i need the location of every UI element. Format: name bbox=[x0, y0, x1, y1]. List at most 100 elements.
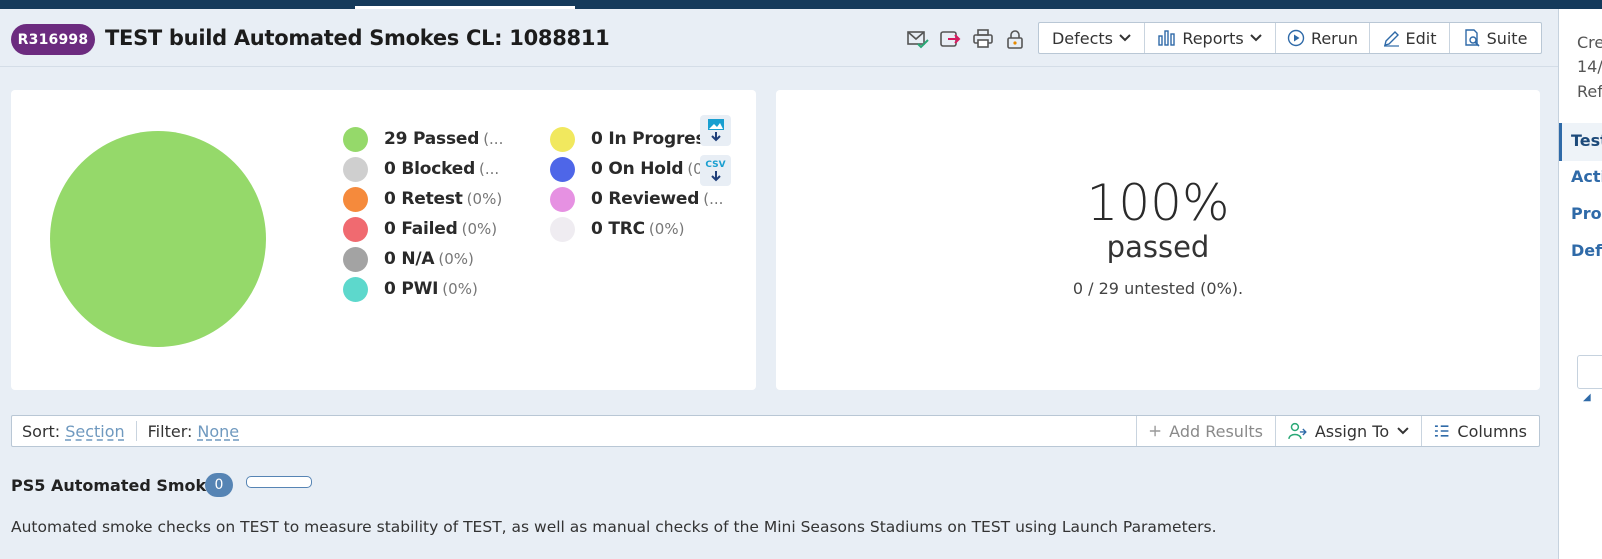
legend-percent: (... bbox=[483, 130, 504, 148]
sort-value-link[interactable]: Section bbox=[65, 422, 124, 441]
untested-summary: 0 / 29 untested (0%). bbox=[1072, 279, 1244, 298]
sidebar-nav-defects[interactable]: Defe bbox=[1571, 241, 1602, 260]
defects-label: Defects bbox=[1051, 28, 1114, 48]
suite-search-icon bbox=[1464, 29, 1480, 47]
print-icon[interactable] bbox=[971, 27, 995, 51]
columns-button[interactable]: Columns bbox=[1421, 416, 1539, 446]
columns-label: Columns bbox=[1457, 421, 1527, 441]
top-nav-strip bbox=[0, 0, 1602, 9]
edit-label: Edit bbox=[1405, 28, 1437, 48]
divider bbox=[135, 421, 137, 441]
legend-dot bbox=[343, 216, 368, 242]
status-pie-chart bbox=[50, 131, 266, 347]
chevron-down-icon bbox=[1397, 427, 1409, 435]
sidebar-collapse-arrow[interactable]: ◢ bbox=[1583, 392, 1591, 403]
edit-button[interactable]: Edit bbox=[1370, 23, 1450, 53]
forward-icon[interactable] bbox=[938, 27, 962, 51]
chevron-down-icon bbox=[1249, 34, 1262, 42]
legend-item-reviewed: 0 Reviewed (... bbox=[550, 185, 723, 213]
legend-item-blocked: 0 Blocked (... bbox=[343, 155, 499, 183]
pass-percentage: 100% bbox=[1086, 174, 1230, 232]
legend-item-failed: 0 Failed (0%) bbox=[343, 215, 497, 243]
status-chart-card: 29 Passed (... 0 Blocked (... 0 Retest (… bbox=[11, 90, 756, 390]
assign-user-icon bbox=[1288, 422, 1307, 440]
legend-label: 0 Reviewed bbox=[591, 189, 700, 209]
pass-rate-card: 100% passed 0 / 29 untested (0%). bbox=[776, 90, 1540, 390]
pie-slice-passed bbox=[50, 131, 266, 347]
legend-label: 0 TRC bbox=[591, 219, 645, 239]
legend-percent: (0%) bbox=[461, 220, 498, 238]
plus-icon bbox=[1149, 425, 1161, 437]
legend-label: 0 N/A bbox=[384, 249, 435, 269]
csv-label: CSV bbox=[705, 159, 726, 170]
columns-icon bbox=[1434, 425, 1449, 437]
legend-dot bbox=[343, 276, 368, 302]
assign-to-label: Assign To bbox=[1314, 421, 1390, 441]
legend-dot bbox=[343, 186, 368, 212]
suite-label: Suite bbox=[1486, 28, 1528, 48]
legend-dot bbox=[343, 246, 368, 272]
section-progress-bar bbox=[246, 476, 312, 488]
legend-label: 29 Passed bbox=[384, 129, 480, 149]
legend-item-trc: 0 TRC (0%) bbox=[550, 215, 684, 243]
add-results-label: Add Results bbox=[1169, 421, 1263, 441]
image-download-icon bbox=[707, 118, 724, 141]
run-header: R316998 TEST build Automated Smokes CL: … bbox=[0, 9, 1558, 67]
legend-item-retest: 0 Retest (0%) bbox=[343, 185, 502, 213]
legend-dot bbox=[550, 126, 575, 152]
legend-label: 0 Retest bbox=[384, 189, 463, 209]
lock-icon[interactable] bbox=[1003, 27, 1027, 51]
pass-label: passed bbox=[1106, 230, 1210, 264]
legend-dot bbox=[343, 156, 368, 182]
legend-item-pwi: 0 PWI (0%) bbox=[343, 275, 478, 303]
sidebar-nav-tests[interactable]: Test bbox=[1571, 131, 1602, 150]
legend-percent: (0%) bbox=[438, 250, 474, 268]
export-csv-button[interactable]: CSV bbox=[700, 155, 731, 186]
section-description: Automated smoke checks on TEST to measur… bbox=[11, 518, 1217, 536]
sidebar-nav-progress[interactable]: Prog bbox=[1571, 204, 1602, 223]
suite-button[interactable]: Suite bbox=[1450, 23, 1541, 53]
chevron-down-icon bbox=[1119, 34, 1131, 42]
sidebar-date: 14/0 bbox=[1577, 57, 1602, 76]
legend-label: 0 PWI bbox=[384, 279, 439, 299]
assign-to-dropdown[interactable]: Assign To bbox=[1275, 416, 1421, 446]
rerun-button[interactable]: Rerun bbox=[1276, 23, 1370, 53]
legend-percent: (0%) bbox=[648, 220, 685, 238]
legend-percent: (... bbox=[479, 160, 500, 178]
mail-check-icon[interactable] bbox=[906, 27, 930, 51]
pencil-icon bbox=[1383, 30, 1399, 47]
legend-item-on-hold: 0 On Hold (0%) bbox=[550, 155, 723, 183]
sidebar-tree-widget[interactable] bbox=[1577, 355, 1602, 389]
sort-filter-bar: Sort: Section Filter: None Add Results A… bbox=[11, 415, 1540, 447]
legend-dot bbox=[550, 216, 575, 242]
right-sidebar: Cre 14/0 Ref Test Acti Prog Defe ◢ bbox=[1558, 9, 1602, 559]
section-count-badge: 0 bbox=[205, 473, 233, 497]
export-image-button[interactable] bbox=[700, 115, 731, 146]
legend-dot bbox=[550, 156, 575, 182]
sidebar-created: Cre bbox=[1577, 33, 1602, 52]
download-arrow-icon bbox=[710, 170, 721, 181]
legend-dot bbox=[550, 186, 575, 212]
legend-percent: (0%) bbox=[442, 280, 478, 298]
legend-label: 0 On Hold bbox=[591, 159, 684, 179]
rerun-label: Rerun bbox=[1310, 28, 1359, 48]
reports-dropdown[interactable]: Reports bbox=[1145, 23, 1276, 53]
run-id-badge[interactable]: R316998 bbox=[11, 24, 95, 55]
page-title: TEST build Automated Smokes CL: 1088811 bbox=[105, 26, 610, 50]
filter-value-link[interactable]: None bbox=[197, 422, 239, 441]
defects-dropdown[interactable]: Defects bbox=[1039, 23, 1145, 53]
legend-item-passed: 29 Passed (... bbox=[343, 125, 503, 153]
sidebar-ref: Ref bbox=[1577, 82, 1602, 101]
legend-item-na: 0 N/A (0%) bbox=[343, 245, 474, 273]
legend-label: 0 Blocked bbox=[384, 159, 476, 179]
reports-label: Reports bbox=[1182, 28, 1244, 48]
bar-chart-icon bbox=[1158, 30, 1176, 46]
legend-dot bbox=[343, 126, 368, 152]
filter-label: Filter: bbox=[147, 421, 193, 441]
section-title[interactable]: PS5 Automated Smokes bbox=[11, 476, 226, 495]
run-toolbar: Defects Reports Rerun Edit Suite bbox=[1038, 22, 1542, 54]
add-results-button[interactable]: Add Results bbox=[1136, 416, 1275, 446]
legend-percent: (0%) bbox=[466, 190, 503, 208]
sidebar-nav-activity[interactable]: Acti bbox=[1571, 167, 1602, 186]
sort-label: Sort: bbox=[22, 421, 61, 441]
